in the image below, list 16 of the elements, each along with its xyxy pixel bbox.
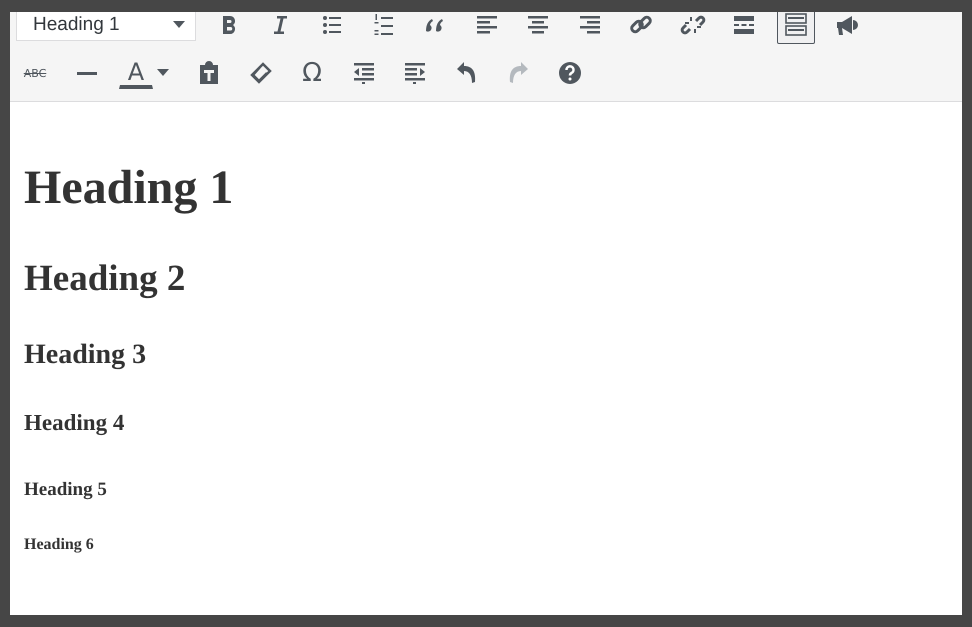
indent-icon <box>402 60 428 86</box>
heading-text: Heading 3 <box>24 341 148 369</box>
question-mark-icon <box>556 60 582 86</box>
heading-text: Heading 1 <box>24 164 234 212</box>
text-color-button[interactable]: A <box>119 57 153 89</box>
special-character-button[interactable]: Ω <box>293 54 331 92</box>
heading-text: Heading 6 <box>24 537 95 553</box>
heading-text: Heading 4 <box>24 411 126 434</box>
heading-text: Heading 5 <box>24 480 108 499</box>
eraser-icon <box>248 60 274 86</box>
strikethrough-button[interactable]: ABC <box>16 54 54 92</box>
format-dropdown[interactable]: Heading 1 <box>16 12 196 41</box>
caret-icon <box>173 21 185 29</box>
toolbar-toggle-button[interactable] <box>776 12 814 44</box>
heading-text: Heading 2 <box>24 260 186 297</box>
caret-icon[interactable] <box>157 69 169 77</box>
